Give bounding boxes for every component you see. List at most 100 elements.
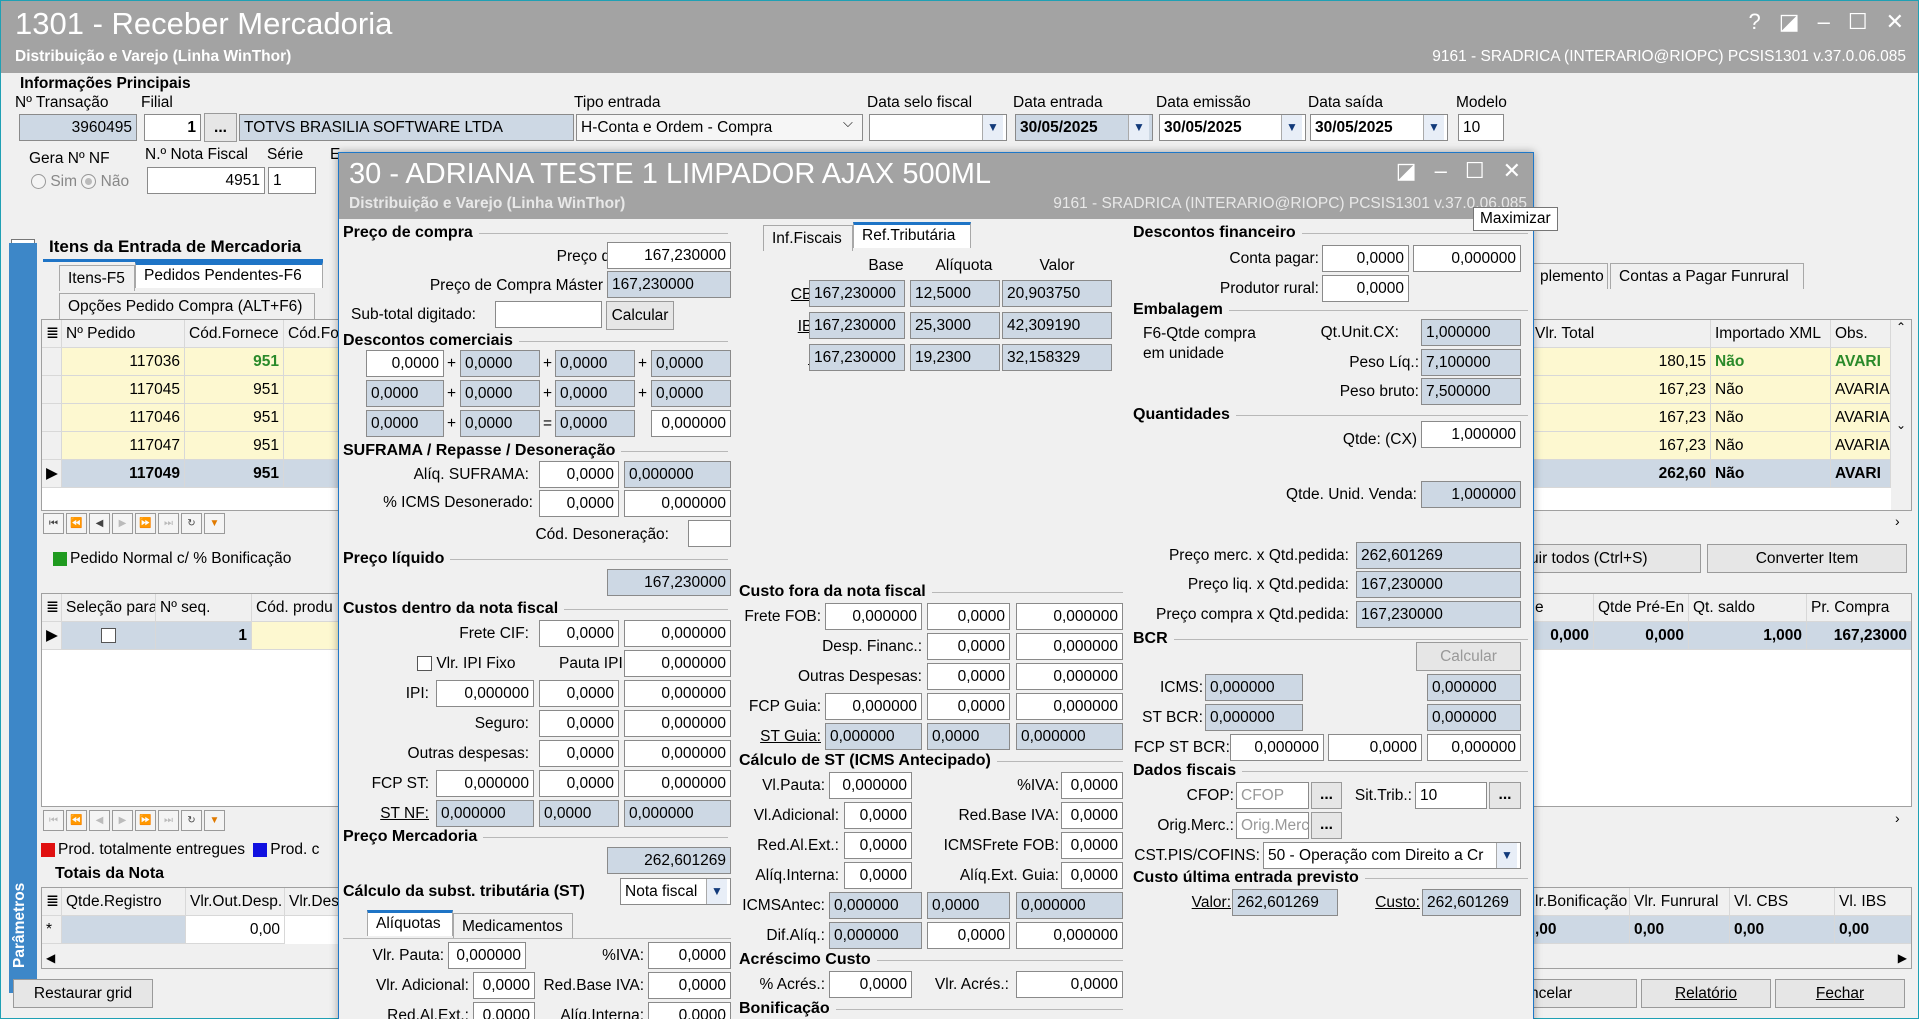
maximize-icon[interactable]: ☐ (1848, 9, 1868, 35)
grid1-navigator[interactable]: ⏮ ⏪ ◀ ▶ ⏩ ⏭ ↻ ▼ (43, 513, 225, 534)
table-row-pedido[interactable]: 117047 (62, 432, 185, 460)
ipi-fixo-checkbox[interactable]: Vlr. IPI Fixo (417, 655, 516, 673)
frete-fob-base[interactable]: 0,000000 (825, 603, 922, 630)
col-pedido[interactable]: Nº Pedido (62, 320, 185, 348)
data-entrada-field[interactable]: 30/05/2025 (1015, 114, 1153, 141)
fcp-guia-base[interactable]: 0,000000 (825, 693, 922, 720)
icms-frete-fob-field[interactable]: 0,0000 (1061, 832, 1123, 859)
col-qtde-registro[interactable]: Qtde.Registro (62, 888, 186, 916)
st-nf-label[interactable]: ST NF: (359, 805, 429, 823)
refresh-icon[interactable]: ↻ (181, 513, 202, 534)
row-seq[interactable]: 1 (156, 622, 252, 650)
prior-page-icon[interactable]: ⏪ (66, 513, 87, 534)
col-importado-xml[interactable]: Importado XML (1711, 320, 1831, 348)
calcular-button[interactable]: Calcular (606, 301, 674, 330)
prior-page-icon[interactable]: ⏪ (66, 810, 87, 831)
col-selecao[interactable]: Seleção para (62, 594, 156, 622)
row-vlr-total[interactable]: 167,23 (1531, 404, 1711, 432)
tab-medicamentos[interactable]: Medicamentos (453, 913, 573, 939)
fcp-st-valor-field[interactable]: 0,000000 (624, 770, 731, 797)
tipo-entrada-select[interactable]: H-Conta e Ordem - Compra (576, 114, 863, 141)
red-al-ext-field[interactable]: 0,0000 (473, 1002, 535, 1019)
sim-radio[interactable] (31, 174, 46, 190)
col-funrural[interactable]: Vlr. Funrural (1630, 888, 1730, 916)
next-page-icon[interactable]: ⏩ (135, 810, 156, 831)
red-base-iva2-field[interactable]: 0,0000 (1061, 802, 1123, 829)
checkbox-icon[interactable] (417, 656, 432, 672)
vertical-scrollbar[interactable]: ⌃ ⌄ (1891, 320, 1911, 510)
grid2-navigator[interactable]: ⏮ ⏪ ◀ ▶ ⏩ ⏭ ↻ ▼ (43, 810, 225, 831)
desc-field[interactable]: 0,0000 (366, 350, 444, 377)
outras-desp-aliq[interactable]: 0,0000 (927, 663, 1010, 690)
frete-fob-valor[interactable]: 0,000000 (1016, 603, 1123, 630)
vl-pauta-field[interactable]: 0,000000 (829, 772, 912, 799)
parametros-side-panel[interactable]: Parâmetros (9, 243, 37, 993)
tab-opcoes-pedido[interactable]: Opções Pedido Compra (ALT+F6) (59, 293, 315, 319)
aliq-int2-field[interactable]: 0,0000 (844, 862, 912, 889)
col-bonificacao[interactable]: lr.Bonificação (1531, 888, 1630, 916)
selecao-checkbox[interactable] (62, 622, 156, 650)
fcp-st-bcr-aliq[interactable]: 0,0000 (1328, 734, 1422, 761)
chevron-right-icon[interactable]: › (1895, 513, 1900, 529)
data-saida-field[interactable]: 30/05/2025 (1310, 114, 1448, 141)
row-obs[interactable]: AVARIA (1831, 432, 1891, 460)
col-desc[interactable]: Vlr.Desc (285, 888, 340, 916)
close-icon[interactable]: ✕ (1886, 9, 1904, 35)
row-pr-compra[interactable]: 167,23000 (1807, 622, 1911, 650)
row-xml[interactable]: Não (1711, 348, 1831, 376)
aliq-suframa-field[interactable]: 0,0000 (539, 461, 619, 488)
iva2-field[interactable]: 0,0000 (1061, 772, 1123, 799)
frete-fob-aliq[interactable]: 0,0000 (927, 603, 1010, 630)
table-row-cod[interactable]: 951 (185, 460, 284, 488)
iva-field[interactable]: 0,0000 (648, 942, 731, 969)
filter-icon[interactable]: ▼ (204, 810, 225, 831)
aliq-ext-guia-field[interactable]: 0,0000 (1061, 862, 1123, 889)
minimize-icon[interactable]: – (1818, 9, 1830, 35)
qtde-cx-field[interactable]: 1,000000 (1421, 421, 1521, 448)
last-icon[interactable]: ⏭ (158, 513, 179, 534)
tab-aliquotas[interactable]: Alíquotas (367, 910, 453, 936)
row-funrural[interactable]: 0,00 (1630, 916, 1730, 944)
ipi-aliq-field[interactable]: 0,0000 (539, 680, 619, 707)
chevron-down-icon[interactable]: ⌵ (843, 115, 853, 131)
valor-label[interactable]: Valor: (1139, 894, 1231, 912)
data-selo-field[interactable] (869, 114, 1007, 141)
row-pre[interactable]: 0,000 (1594, 622, 1689, 650)
totais-grid-left[interactable]: ≣ Qtde.Registro Vlr.Out.Desp. Vlr.Desc *… (41, 887, 341, 969)
table-row-pedido[interactable]: 117049 (62, 460, 185, 488)
col-cod-produto[interactable]: Cód. produ (252, 594, 340, 622)
totais-grid-right[interactable]: lr.Bonificação Vlr. Funrural Vl. CBS Vl.… (1531, 887, 1912, 969)
table-row-cod[interactable]: 951 (185, 348, 284, 376)
aliq-interna-field[interactable]: 0,0000 (648, 1002, 731, 1019)
tab-complemento[interactable]: plemento (1531, 263, 1608, 289)
red-base-iva-field[interactable]: 0,0000 (648, 972, 731, 999)
row-xml[interactable]: Não (1711, 432, 1831, 460)
table-row-codfor[interactable] (284, 404, 340, 432)
desp-financ-aliq[interactable]: 0,0000 (927, 633, 1010, 660)
chevron-right-icon[interactable]: › (1895, 810, 1900, 826)
pedidos-grid-right[interactable]: Vlr. Total Importado XML Obs. 180,15 Não… (1531, 319, 1912, 511)
row-xml[interactable]: Não (1711, 460, 1831, 488)
table-row-pedido[interactable]: 117045 (62, 376, 185, 404)
orig-merc-lookup-button[interactable]: ... (1311, 812, 1342, 839)
dif-aliq-aliq[interactable]: 0,0000 (927, 922, 1010, 949)
col-vlr-total[interactable]: Vlr. Total (1531, 320, 1711, 348)
restore-icon[interactable]: ◪ (1779, 9, 1800, 35)
outras-despesas-value[interactable]: 0,000000 (624, 740, 731, 767)
calc-st-select[interactable]: Nota fiscal (620, 878, 731, 905)
restaurar-grid-button[interactable]: Restaurar grid (13, 979, 153, 1008)
tab-contas-funrural[interactable]: Contas a Pagar Funrural (1610, 263, 1804, 289)
tab-ref-tributaria[interactable]: Ref.Tributária (853, 222, 971, 248)
horizontal-scrollbar[interactable]: ◀ (42, 944, 340, 968)
produtor-rural-field[interactable]: 0,0000 (1322, 275, 1409, 302)
sit-trib-field[interactable]: 10 (1415, 782, 1487, 809)
table-row-cod[interactable]: 951 (185, 432, 284, 460)
row-obs[interactable]: AVARI (1831, 348, 1891, 376)
cancelar-button[interactable]: ncelar (1529, 979, 1637, 1008)
help-icon[interactable]: ? (1749, 9, 1761, 35)
row-xml[interactable]: Não (1711, 404, 1831, 432)
prior-icon[interactable]: ◀ (89, 810, 110, 831)
fcp-guia-aliq[interactable]: 0,0000 (927, 693, 1010, 720)
seguro-field[interactable]: 0,0000 (539, 710, 619, 737)
icms-deson-field[interactable]: 0,0000 (539, 490, 619, 517)
